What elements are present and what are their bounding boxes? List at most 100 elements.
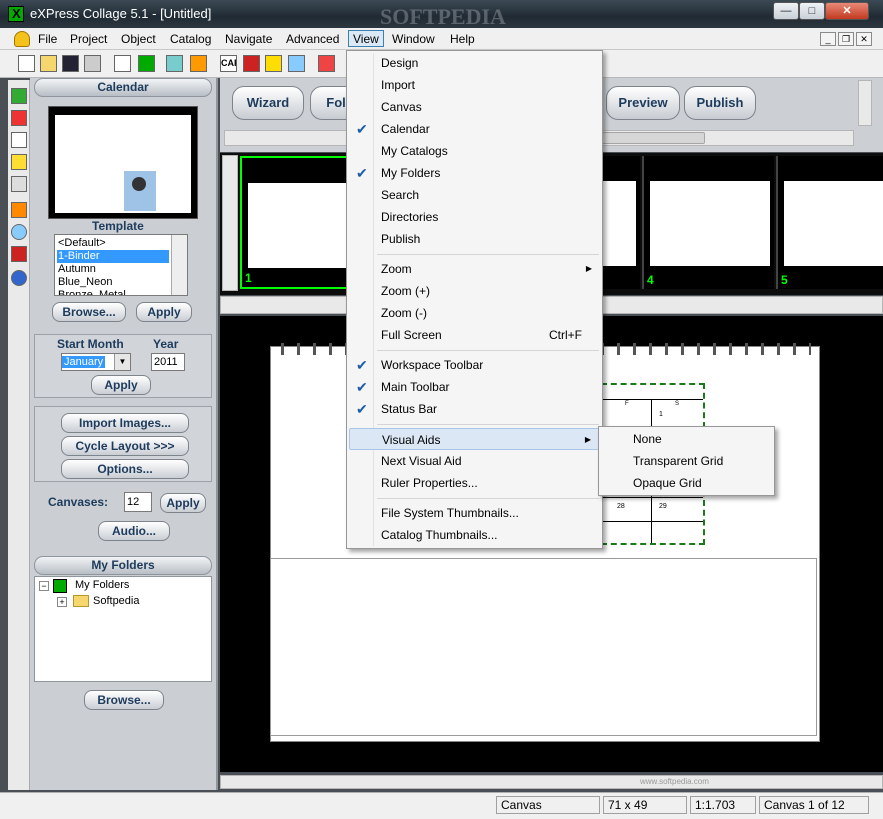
globe-icon[interactable] bbox=[11, 270, 27, 286]
left-panel: Calendar Template <Default> 1-Binder Aut… bbox=[30, 78, 218, 790]
music-icon[interactable] bbox=[265, 55, 282, 72]
tree-collapse-icon[interactable]: − bbox=[39, 581, 49, 591]
app-menu-icon[interactable] bbox=[14, 31, 30, 47]
year-input[interactable]: 2011 bbox=[151, 353, 185, 371]
template-option[interactable]: Autumn bbox=[57, 263, 169, 276]
view-status-bar[interactable]: ✔ Status Bar bbox=[349, 398, 600, 420]
sort-icon[interactable] bbox=[243, 55, 260, 72]
minimize-button[interactable]: — bbox=[773, 2, 799, 20]
import-images-button[interactable]: Import Images... bbox=[61, 413, 189, 433]
collage-icon[interactable] bbox=[138, 55, 155, 72]
menu-window[interactable]: Window bbox=[388, 31, 439, 48]
menu-project[interactable]: Project bbox=[66, 31, 111, 48]
visual-aid-none[interactable]: None bbox=[601, 428, 772, 450]
tree-child-label[interactable]: Softpedia bbox=[93, 595, 139, 607]
preview-icon[interactable] bbox=[114, 55, 131, 72]
view-zoom-in[interactable]: Zoom (+) bbox=[349, 280, 600, 302]
menu-object[interactable]: Object bbox=[117, 31, 160, 48]
view-zoom-out[interactable]: Zoom (-) bbox=[349, 302, 600, 324]
search-icon[interactable] bbox=[11, 224, 27, 240]
mail-icon[interactable] bbox=[11, 202, 27, 218]
view-next-visual-aid[interactable]: Next Visual Aid bbox=[349, 450, 600, 472]
view-main-toolbar[interactable]: ✔ Main Toolbar bbox=[349, 376, 600, 398]
canvas-horizontal-scrollbar[interactable] bbox=[220, 775, 883, 789]
thumbnail-vertical-scrollbar[interactable] bbox=[222, 155, 238, 291]
new-icon[interactable] bbox=[18, 55, 35, 72]
menu-catalog[interactable]: Catalog bbox=[166, 31, 215, 48]
design-icon[interactable] bbox=[11, 88, 27, 104]
tools-icon[interactable] bbox=[318, 55, 335, 72]
publish-button[interactable]: Publish bbox=[684, 86, 756, 120]
visual-aid-opaque-grid[interactable]: Opaque Grid bbox=[601, 472, 772, 494]
view-publish[interactable]: Publish bbox=[349, 228, 600, 250]
template-browse-button[interactable]: Browse... bbox=[52, 302, 126, 322]
audio-button[interactable]: Audio... bbox=[98, 521, 170, 541]
catalog-icon[interactable] bbox=[11, 154, 27, 170]
directories-icon[interactable] bbox=[11, 246, 27, 262]
import-icon[interactable] bbox=[11, 110, 27, 126]
cycle-layout-button[interactable]: Cycle Layout >>> bbox=[61, 436, 189, 456]
menu-file[interactable]: File bbox=[34, 31, 61, 48]
chevron-down-icon[interactable]: ▼ bbox=[114, 354, 130, 370]
tree-expand-icon[interactable]: + bbox=[57, 597, 67, 607]
shortcut-label: Ctrl+F bbox=[549, 328, 582, 342]
tree-root-label[interactable]: My Folders bbox=[75, 579, 129, 591]
mdi-close-button[interactable]: ✕ bbox=[856, 32, 872, 46]
view-import[interactable]: Import bbox=[349, 74, 600, 96]
view-zoom[interactable]: Zoom ▶ bbox=[349, 258, 600, 280]
app-icon[interactable] bbox=[8, 6, 24, 22]
waves-icon[interactable] bbox=[288, 55, 305, 72]
print-icon[interactable] bbox=[84, 55, 101, 72]
gallery-icon[interactable] bbox=[190, 55, 207, 72]
menu-view[interactable]: View bbox=[348, 30, 384, 47]
view-catalog-thumbnails[interactable]: Catalog Thumbnails... bbox=[349, 524, 600, 546]
collage-icon bbox=[53, 579, 67, 593]
view-search[interactable]: Search bbox=[349, 184, 600, 206]
view-workspace-toolbar[interactable]: ✔ Workspace Toolbar bbox=[349, 354, 600, 376]
open-icon[interactable] bbox=[40, 55, 57, 72]
view-file-system-thumbnails[interactable]: File System Thumbnails... bbox=[349, 502, 600, 524]
maximize-button[interactable]: □ bbox=[799, 2, 825, 20]
menu-help[interactable]: Help bbox=[446, 31, 479, 48]
template-listbox[interactable]: <Default> 1-Binder Autumn Blue_Neon Bron… bbox=[54, 234, 188, 296]
save-icon[interactable] bbox=[62, 55, 79, 72]
view-full-screen[interactable]: Full Screen Ctrl+F bbox=[349, 324, 600, 346]
wizard-button[interactable]: Wizard bbox=[232, 86, 304, 120]
workspace-vertical-scrollbar[interactable] bbox=[858, 80, 872, 126]
start-month-select[interactable]: January ▼ bbox=[61, 353, 131, 371]
template-option[interactable]: Blue_Neon bbox=[57, 276, 169, 289]
options-button[interactable]: Options... bbox=[61, 459, 189, 479]
preview-button[interactable]: Preview bbox=[606, 86, 680, 120]
template-option[interactable]: <Default> bbox=[57, 237, 169, 250]
view-design[interactable]: Design bbox=[349, 52, 600, 74]
pages-icon[interactable] bbox=[11, 176, 27, 192]
template-option-selected[interactable]: 1-Binder bbox=[57, 250, 169, 263]
view-calendar[interactable]: ✔ Calendar bbox=[349, 118, 600, 140]
template-option[interactable]: Bronze_Metal bbox=[57, 289, 169, 295]
thumbnail-5[interactable]: 5 bbox=[776, 156, 883, 289]
menu-advanced[interactable]: Advanced bbox=[282, 31, 343, 48]
close-button[interactable]: ✕ bbox=[825, 2, 869, 20]
mdi-restore-button[interactable]: ❐ bbox=[838, 32, 854, 46]
calendar-grid-icon[interactable] bbox=[11, 132, 27, 148]
view-my-catalogs[interactable]: My Catalogs bbox=[349, 140, 600, 162]
folders-browse-button[interactable]: Browse... bbox=[84, 690, 164, 710]
canvases-input[interactable]: 12 bbox=[124, 492, 152, 512]
thumbnails-icon[interactable] bbox=[166, 55, 183, 72]
view-directories[interactable]: Directories bbox=[349, 206, 600, 228]
cap-icon[interactable]: CAP bbox=[220, 55, 237, 72]
visual-aid-transparent-grid[interactable]: Transparent Grid bbox=[601, 450, 772, 472]
mdi-minimize-button[interactable]: _ bbox=[820, 32, 836, 46]
view-ruler-properties[interactable]: Ruler Properties... bbox=[349, 472, 600, 494]
view-canvas[interactable]: Canvas bbox=[349, 96, 600, 118]
thumbnail-4[interactable]: 4 bbox=[642, 156, 774, 289]
menu-navigate[interactable]: Navigate bbox=[221, 31, 276, 48]
month-apply-button[interactable]: Apply bbox=[91, 375, 151, 395]
view-visual-aids[interactable]: Visual Aids ▶ bbox=[349, 428, 600, 450]
thumbnail-number: 1 bbox=[245, 271, 252, 285]
template-scrollbar[interactable] bbox=[171, 235, 187, 295]
template-apply-button[interactable]: Apply bbox=[136, 302, 192, 322]
view-my-folders[interactable]: ✔ My Folders bbox=[349, 162, 600, 184]
image-placeholder[interactable] bbox=[270, 558, 817, 736]
canvases-apply-button[interactable]: Apply bbox=[160, 493, 206, 513]
